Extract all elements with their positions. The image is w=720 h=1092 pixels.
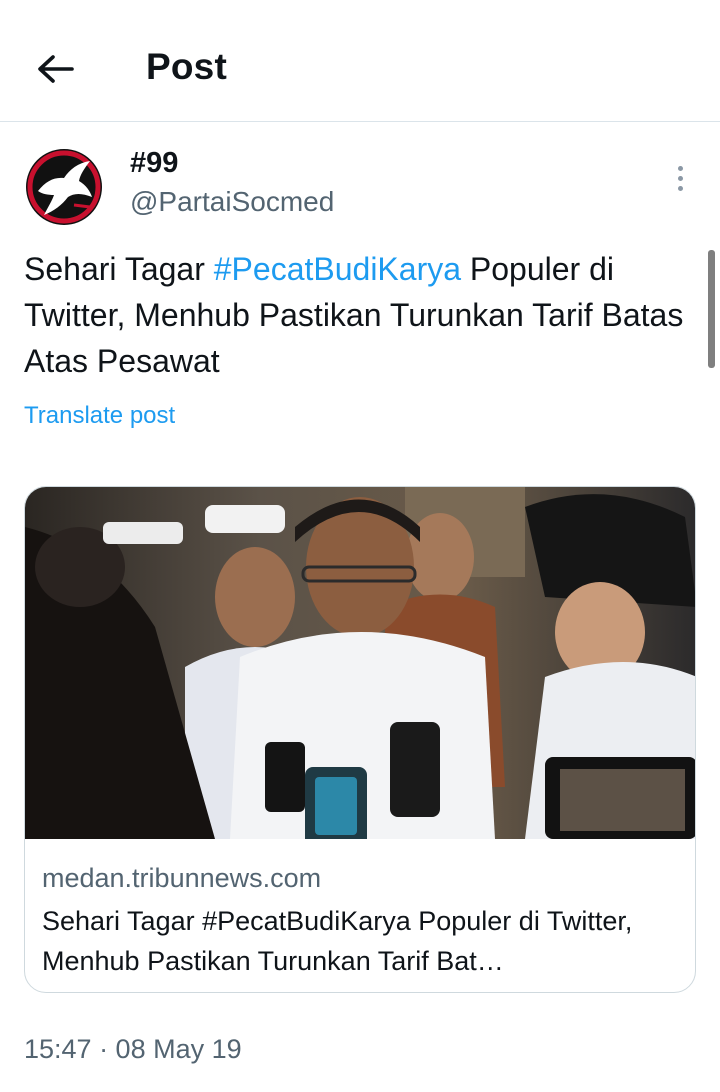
- link-title: Sehari Tagar #PecatBudiKarya Populer di …: [42, 906, 633, 976]
- avatar[interactable]: [24, 147, 104, 227]
- arrow-left-icon: [38, 55, 74, 83]
- back-button[interactable]: [30, 44, 80, 94]
- page-title: Post: [146, 46, 227, 87]
- author-handle[interactable]: @PartaiSocmed: [130, 186, 334, 218]
- post-text: Sehari Tagar #PecatBudiKarya Populer di …: [24, 246, 694, 384]
- party-logo-avatar: [26, 149, 102, 225]
- post-text-start: Sehari Tagar: [24, 251, 214, 287]
- press-photo: [25, 487, 695, 839]
- scrollbar[interactable]: [708, 250, 715, 368]
- link-preview-card[interactable]: medan.tribunnews.com Sehari Tagar #Pecat…: [24, 486, 696, 993]
- more-dot: [677, 175, 683, 181]
- post-timestamp[interactable]: 15:47 · 08 May 19: [24, 1034, 242, 1065]
- more-dots-icon: [677, 165, 683, 171]
- more-options-button[interactable]: [664, 160, 696, 196]
- author-display-name[interactable]: #99: [130, 147, 178, 180]
- link-domain: medan.tribunnews.com: [42, 863, 322, 893]
- top-bar: Post: [0, 0, 720, 122]
- hashtag-link[interactable]: #PecatBudiKarya: [214, 251, 461, 287]
- more-dot: [677, 185, 683, 191]
- translate-post-link[interactable]: Translate post: [24, 402, 175, 430]
